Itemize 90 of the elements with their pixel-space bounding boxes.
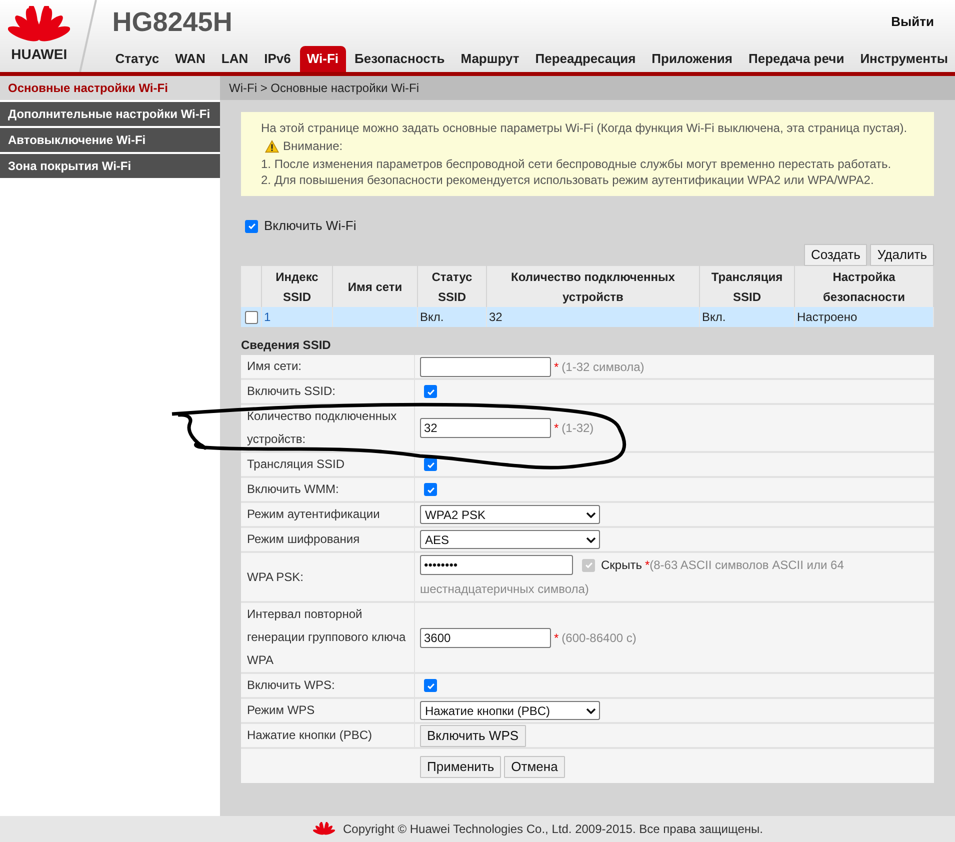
field-hint: (600-86400 с): [562, 630, 636, 646]
logo-icon: [313, 822, 335, 836]
nav-tab[interactable]: IPv6: [257, 46, 298, 72]
checkmark-icon: [426, 680, 436, 690]
field-hint: шестнадцатеричных символа): [420, 581, 589, 598]
device-model: HG8245H: [112, 7, 232, 37]
nav-tab[interactable]: Приложения: [644, 46, 740, 72]
chevron-down-icon: [586, 536, 596, 542]
warning-title: Внимание:: [283, 138, 343, 154]
chevron-down-icon: [586, 512, 596, 518]
section-title: Сведения SSID: [241, 337, 332, 354]
table-cell-text: Вкл.: [702, 309, 726, 326]
checkmark-icon: [426, 484, 436, 494]
breadcrumb: Wi-Fi > Основные настройки Wi-Fi: [229, 80, 420, 97]
checkbox[interactable]: [424, 483, 437, 496]
required-mark: *: [554, 420, 559, 437]
field-label: WPA PSK:: [247, 568, 304, 586]
checkbox[interactable]: [245, 220, 258, 232]
field-label: Трансляция SSID: [247, 456, 345, 473]
column-header: Количество подключенных устройств: [510, 268, 676, 306]
input-field[interactable]: 3600: [420, 628, 551, 648]
nav-tab[interactable]: LAN: [214, 46, 256, 72]
field-hint: (8-63 ASCII символов ASCII или 64: [650, 557, 844, 574]
logout-link[interactable]: Выйти: [891, 12, 934, 32]
field-label: Интервал повторной генерации группового ключа WPA: [247, 606, 407, 669]
warning-icon: [265, 140, 279, 152]
required-mark: *: [644, 557, 650, 574]
checkbox[interactable]: [424, 385, 437, 398]
header-divider: [78, 0, 98, 72]
field-label: Нажатие кнопки (PBC): [247, 727, 372, 744]
notice-text: 1. После изменения параметров беспроводной сети беспроводные службы могут временно перестать работать.: [261, 156, 892, 172]
index-link[interactable]: 1: [264, 308, 271, 326]
field-label: Включить SSID:: [247, 383, 336, 400]
nav-tab[interactable]: Безопасность: [348, 46, 452, 72]
table-row[interactable]: 1 Вкл. 32 Вкл. Настроено: [241, 307, 934, 327]
nav-tab[interactable]: Передача речи: [742, 46, 852, 72]
button[interactable]: Включить WPS: [420, 724, 526, 746]
notice-text: На этой странице можно задать основные параметры Wi-Fi (Когда функция Wi-Fi выключена, эта страница пустая).: [261, 120, 908, 136]
input-field[interactable]: [420, 356, 551, 376]
field-label: Включить WMM:: [247, 481, 339, 498]
required-mark: *: [554, 358, 559, 376]
button[interactable]: Отмена: [504, 756, 565, 778]
checkmark-icon: [426, 460, 436, 470]
sidebar-item[interactable]: Основные настройки Wi-Fi: [0, 76, 220, 100]
notice-text: 2. Для повышения безопасности рекомендуется использовать режим аутентификации WPA2 или WPA/WPA2.: [261, 172, 875, 188]
sidebar-item[interactable]: Автовыключение Wi-Fi: [0, 128, 220, 152]
table-cell-text: 32: [489, 309, 502, 326]
chevron-down-icon: [586, 708, 596, 714]
dropdown[interactable]: WPA2 PSK: [420, 505, 600, 524]
field-label: Количество подключенных устройств:: [247, 408, 398, 448]
column-header: Имя сети: [348, 278, 402, 296]
field-label: Режим WPS: [247, 702, 315, 719]
checkmark-icon: [246, 221, 256, 231]
button[interactable]: Удалить: [870, 244, 934, 266]
field-label: Включить WPS:: [247, 677, 335, 694]
nav-tab[interactable]: Переадресация: [528, 46, 643, 72]
nav-tab[interactable]: Статус: [108, 46, 166, 72]
checkbox-label: Включить Wi-Fi: [264, 217, 356, 236]
table-cell-text: Настроено: [797, 309, 858, 326]
field-label: Режим шифрования: [247, 531, 360, 548]
logo-icon: [8, 6, 70, 44]
column-header: Настройка безопасности: [822, 268, 906, 306]
checkbox-label: Скрыть: [601, 557, 642, 574]
input-field[interactable]: 32: [420, 418, 551, 438]
sidebar-item[interactable]: Зона покрытия Wi-Fi: [0, 154, 220, 178]
field-hint: (1-32): [562, 420, 594, 437]
checkmark-icon: [426, 386, 436, 396]
sidebar-item[interactable]: Дополнительные настройки Wi-Fi: [0, 102, 220, 126]
brand-name: HUAWEI: [11, 46, 68, 62]
dropdown[interactable]: Нажатие кнопки (PBC): [420, 701, 600, 720]
checkbox[interactable]: [244, 310, 258, 324]
nav-tab[interactable]: Wi-Fi: [300, 46, 346, 72]
field-label: Имя сети:: [247, 358, 302, 375]
dropdown[interactable]: AES: [420, 530, 600, 549]
button[interactable]: Создать: [804, 244, 868, 266]
column-header: Статус SSID: [430, 268, 474, 306]
nav-tab[interactable]: Инструменты: [853, 46, 955, 72]
copyright-text: Copyright © Huawei Technologies Co., Ltd. 2009-2015. Все права защищены.: [343, 821, 763, 838]
field-label: Режим аутентификации: [247, 506, 380, 523]
checkbox[interactable]: [424, 679, 437, 692]
required-mark: *: [554, 630, 559, 646]
table-cell-text: Вкл.: [420, 309, 444, 326]
column-header: Трансляция SSID: [710, 268, 784, 306]
nav-tab[interactable]: Маршрут: [454, 46, 526, 72]
nav-tab[interactable]: WAN: [168, 46, 212, 72]
button[interactable]: Применить: [420, 756, 502, 778]
checkbox[interactable]: [424, 458, 437, 471]
input-field[interactable]: ••••••••: [420, 555, 573, 575]
field-hint: (1-32 символа): [562, 358, 644, 376]
column-header: Индекс SSID: [274, 268, 320, 306]
